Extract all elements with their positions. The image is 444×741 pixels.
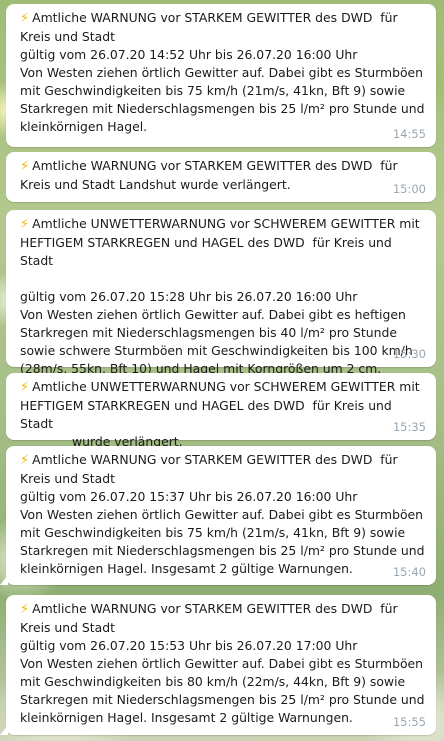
message-time: 15:00 bbox=[392, 182, 426, 196]
message-title-line: ⚡ Amtliche WARNUNG vor STARKEM GEWITTER d… bbox=[20, 601, 402, 635]
message-title-line: ⚡ Amtliche WARNUNG vor STARKEM GEWITTER d… bbox=[20, 10, 402, 44]
lightning-bolt-icon: ⚡ bbox=[20, 159, 30, 174]
message-body: Von Westen ziehen örtlich Gewitter auf. … bbox=[20, 507, 429, 576]
message-time: 15:55 bbox=[392, 715, 426, 729]
lightning-bolt-icon: ⚡ bbox=[20, 11, 30, 26]
message-time: 15:40 bbox=[392, 565, 426, 579]
lightning-bolt-icon: ⚡ bbox=[20, 453, 30, 468]
lightning-bolt-icon: ⚡ bbox=[20, 217, 30, 232]
message-body: Von Westen ziehen örtlich Gewitter auf. … bbox=[20, 656, 429, 725]
lightning-bolt-icon: ⚡ bbox=[20, 602, 30, 617]
message-title-line: ⚡ Amtliche UNWETTERWARNUNG vor SCHWEREM G… bbox=[20, 216, 424, 268]
message-list[interactable]: ⚡ Amtliche WARNUNG vor STARKEM GEWITTER d… bbox=[0, 0, 444, 741]
message-time: 15:30 bbox=[392, 347, 426, 361]
message-bubble[interactable]: ⚡ Amtliche WARNUNG vor STARKEM GEWITTER d… bbox=[0, 446, 436, 585]
message-bubble[interactable]: ⚡ Amtliche WARNUNG vor STARKEM GEWITTER d… bbox=[6, 152, 436, 202]
message-time: 15:35 bbox=[392, 420, 426, 434]
message-bubble[interactable]: ⚡ Amtliche UNWETTERWARNUNG vor SCHWEREM G… bbox=[6, 373, 436, 449]
message-validity: gültig vom 26.07.20 15:37 Uhr bis 26.07.… bbox=[20, 489, 358, 504]
message-title-line: ⚡ Amtliche WARNUNG vor STARKEM GEWITTER d… bbox=[20, 158, 402, 192]
lightning-bolt-icon: ⚡ bbox=[20, 380, 30, 395]
message-bubble[interactable]: ⚡ Amtliche UNWETTERWARNUNG vor SCHWEREM G… bbox=[6, 210, 436, 376]
message-time: 14:55 bbox=[392, 127, 426, 141]
message-validity: gültig vom 26.07.20 15:28 Uhr bis 26.07.… bbox=[20, 289, 358, 304]
message-title-line: ⚡ Amtliche UNWETTERWARNUNG vor SCHWEREM G… bbox=[20, 379, 424, 431]
message-body: Von Westen ziehen örtlich Gewitter auf. … bbox=[20, 307, 417, 376]
message-bubble[interactable]: ⚡ Amtliche WARNUNG vor STARKEM GEWITTER d… bbox=[0, 595, 436, 735]
message-validity: gültig vom 26.07.20 15:53 Uhr bis 26.07.… bbox=[20, 638, 358, 653]
message-bubble[interactable]: ⚡ Amtliche WARNUNG vor STARKEM GEWITTER d… bbox=[6, 4, 436, 147]
message-validity: gültig vom 26.07.20 14:52 Uhr bis 26.07.… bbox=[20, 47, 358, 62]
message-body: Von Westen ziehen örtlich Gewitter auf. … bbox=[20, 65, 429, 134]
message-title-line: ⚡ Amtliche WARNUNG vor STARKEM GEWITTER d… bbox=[20, 452, 402, 486]
